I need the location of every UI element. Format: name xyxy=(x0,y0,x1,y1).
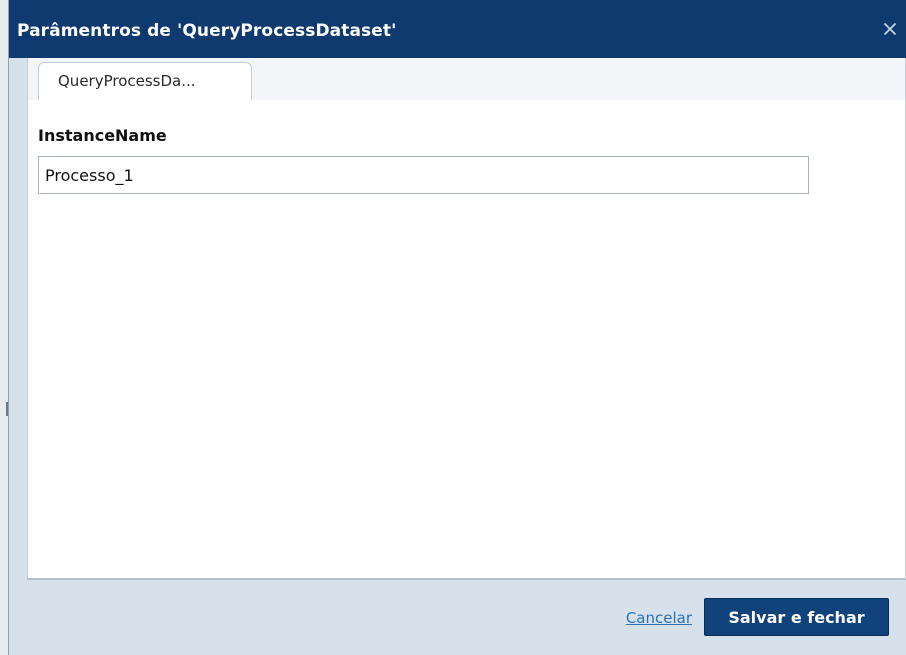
dialog-titlebar: Parâmentros de 'QueryProcessDataset' xyxy=(9,0,906,58)
parameters-dialog: Parâmentros de 'QueryProcessDataset' Que… xyxy=(8,0,906,655)
instance-name-input[interactable] xyxy=(38,156,809,194)
close-icon xyxy=(883,22,897,36)
save-and-close-button[interactable]: Salvar e fechar xyxy=(704,598,889,636)
close-button[interactable] xyxy=(878,16,902,42)
tab-query-process-dataset[interactable]: QueryProcessDa... xyxy=(38,62,252,100)
dialog-title: Parâmentros de 'QueryProcessDataset' xyxy=(17,21,397,41)
dialog-footer: Cancelar Salvar e fechar xyxy=(27,582,906,655)
tab-content-panel: InstanceName xyxy=(27,100,906,580)
tab-strip: QueryProcessDa... xyxy=(27,58,906,100)
instance-name-label: InstanceName xyxy=(38,126,167,145)
cancel-link[interactable]: Cancelar xyxy=(626,609,692,627)
background-edge xyxy=(0,0,8,655)
